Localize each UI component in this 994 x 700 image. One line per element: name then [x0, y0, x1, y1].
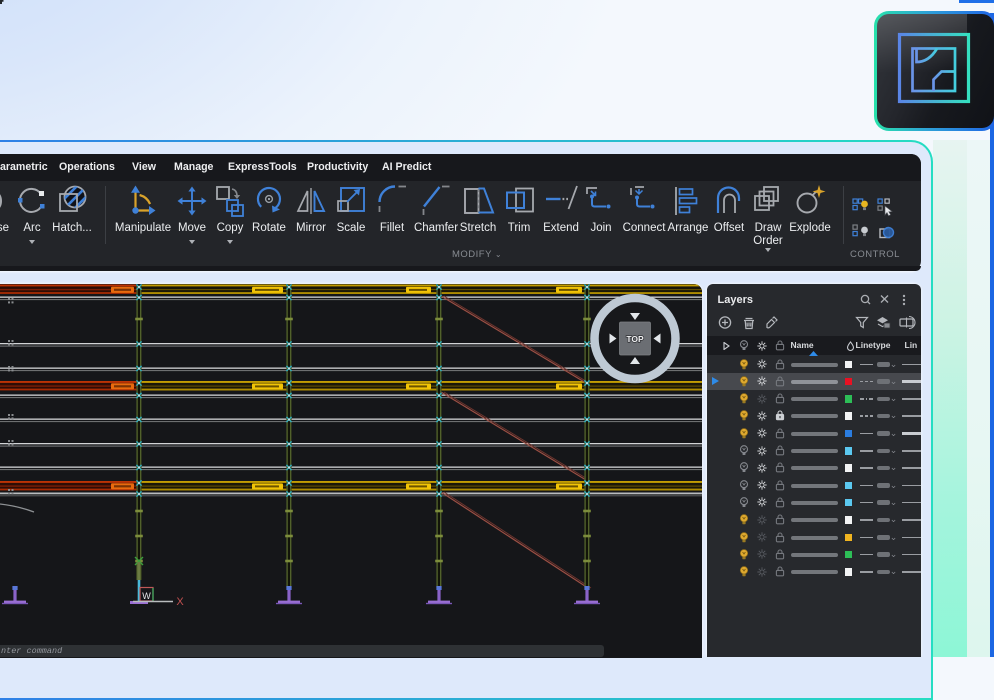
svg-text:TOP: TOP [626, 334, 644, 344]
svg-text:X: X [176, 596, 184, 608]
svg-text:W: W [142, 591, 151, 601]
